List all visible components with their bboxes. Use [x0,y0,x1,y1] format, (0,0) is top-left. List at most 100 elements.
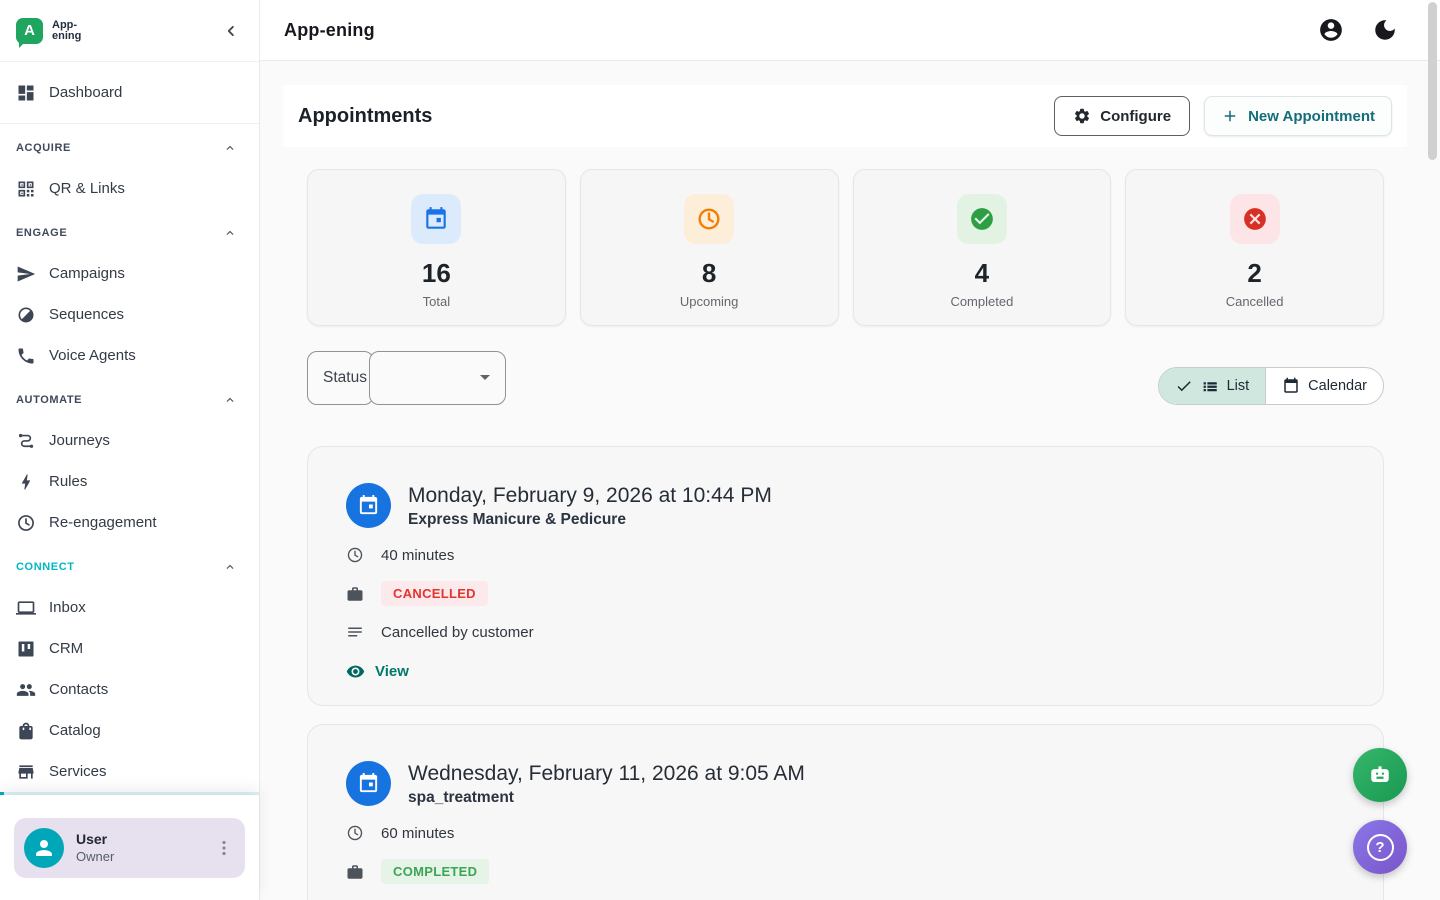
status-row: COMPLETED [346,859,1343,884]
kebab-menu-icon[interactable] [213,837,235,859]
calendar-icon [1282,377,1300,395]
app-logo-text: App- ening [52,20,81,42]
sidebar-item-campaigns[interactable]: Campaigns [0,253,259,294]
page-header: Appointments Configure New Appointment [283,85,1407,147]
topbar: App-ening [260,0,1440,61]
sidebar-collapse-button[interactable] [219,19,243,43]
view-toggle-calendar[interactable]: Calendar [1265,368,1383,404]
eye-icon [346,662,365,681]
appointment-card: Wednesday, February 11, 2026 at 9:05 AM … [307,724,1384,900]
phone-icon [16,346,36,366]
sidebar: A App- ening Dashboard ACQUIRE QR & Link… [0,0,260,900]
appointment-service: Express Manicure & Pedicure [408,511,772,529]
sidebar-footer: User Owner [0,795,259,900]
appointment-avatar [346,483,391,528]
clock-icon [346,546,364,564]
badge-icon [346,585,364,603]
sidebar-item-qr-links[interactable]: QR & Links [0,168,259,209]
appointment-header: Monday, February 9, 2026 at 10:44 PM Exp… [346,483,1343,529]
help-fab-button[interactable]: ? [1353,820,1407,874]
clock-icon [16,513,36,533]
appointment-card: Monday, February 9, 2026 at 10:44 PM Exp… [307,446,1384,706]
new-appointment-button[interactable]: New Appointment [1204,96,1392,136]
user-meta: User Owner [76,831,114,864]
plus-icon [1221,107,1239,125]
calendar-icon [423,206,449,232]
lightning-bolt-icon [16,472,36,492]
configure-button[interactable]: Configure [1054,96,1190,136]
stat-icon-box [684,194,734,244]
laptop-icon [16,598,36,618]
stat-value: 2 [1247,258,1261,289]
user-avatar [24,828,64,868]
stat-icon-box [1230,194,1280,244]
status-filter-select[interactable]: Status [307,351,506,405]
send-icon [16,264,36,284]
user-card[interactable]: User Owner [14,818,245,878]
appointment-avatar [346,761,391,806]
status-row: CANCELLED [346,581,1343,606]
section-header-engage[interactable]: ENGAGE [0,213,259,253]
chevron-up-icon [223,560,237,574]
sidebar-item-sequences[interactable]: Sequences [0,294,259,335]
stats-row: 16 Total 8 Upcoming 4 Completed [307,169,1384,326]
account-circle-icon[interactable] [1318,17,1344,43]
dark-mode-moon-icon[interactable] [1372,17,1398,43]
stat-icon-box [957,194,1007,244]
stat-value: 16 [422,258,451,289]
sidebar-item-inbox[interactable]: Inbox [0,587,259,628]
vertical-scrollbar-thumb[interactable] [1428,2,1437,160]
user-role: Owner [76,849,114,864]
view-action[interactable]: View [346,662,409,681]
sidebar-item-rules[interactable]: Rules [0,461,259,502]
chatbot-fab-button[interactable] [1353,748,1407,802]
app-root: A App- ening Dashboard ACQUIRE QR & Link… [0,0,1440,900]
calendar-event-icon [357,772,380,795]
sidebar-item-re-engagement[interactable]: Re-engagement [0,502,259,543]
sidebar-item-catalog[interactable]: Catalog [0,710,259,751]
chevron-left-icon [222,22,240,40]
sidebar-item-contacts[interactable]: Contacts [0,669,259,710]
sidebar-item-dashboard[interactable]: Dashboard [0,62,259,124]
shopping-bag-icon [16,721,36,741]
sidebar-item-voice-agents[interactable]: Voice Agents [0,335,259,376]
sidebar-item-crm[interactable]: CRM [0,628,259,669]
gear-icon [1073,107,1091,125]
chevron-up-icon [223,393,237,407]
section-header-automate[interactable]: AUTOMATE [0,380,259,420]
stat-card-completed: 4 Completed [853,169,1112,326]
clock-icon [346,824,364,842]
select-caret-icon [480,375,490,385]
status-badge: COMPLETED [381,859,489,884]
appointment-header: Wednesday, February 11, 2026 at 9:05 AM … [346,761,1343,807]
appointment-duration: 40 minutes [381,547,454,564]
section-header-acquire[interactable]: ACQUIRE [0,128,259,168]
section-header-connect[interactable]: CONNECT [0,547,259,587]
check-icon [1175,377,1193,395]
sidebar-item-journeys[interactable]: Journeys [0,420,259,461]
check-circle-icon [969,206,995,232]
sidebar-nav: Dashboard ACQUIRE QR & Links ENGAGE Camp… [0,62,259,900]
duration-row: 40 minutes [346,546,1343,564]
duration-row: 60 minutes [346,824,1343,842]
calendar-event-icon [357,494,380,517]
content: Appointments Configure New Appointment [260,61,1440,900]
sidebar-item-services[interactable]: Services [0,751,259,792]
appointment-service: spa_treatment [408,789,805,807]
page-title: Appointments [298,105,432,128]
main-area: App-ening Appointments Configure New App… [260,0,1440,900]
storefront-icon [16,762,36,782]
qr-code-icon [16,179,36,199]
status-badge: CANCELLED [381,581,488,606]
stat-value: 8 [702,258,716,289]
appointments-list: Monday, February 9, 2026 at 10:44 PM Exp… [307,446,1384,900]
kanban-icon [16,639,36,659]
page-actions: Configure New Appointment [1054,96,1392,136]
topbar-actions [1318,17,1398,43]
view-toggle-list[interactable]: List [1159,368,1266,404]
view-link: View [375,663,409,680]
user-name: User [76,831,114,847]
topbar-title: App-ening [284,20,375,41]
appointment-datetime: Wednesday, February 11, 2026 at 9:05 AM [408,761,805,786]
note-row: Cancelled by customer [346,623,1343,641]
